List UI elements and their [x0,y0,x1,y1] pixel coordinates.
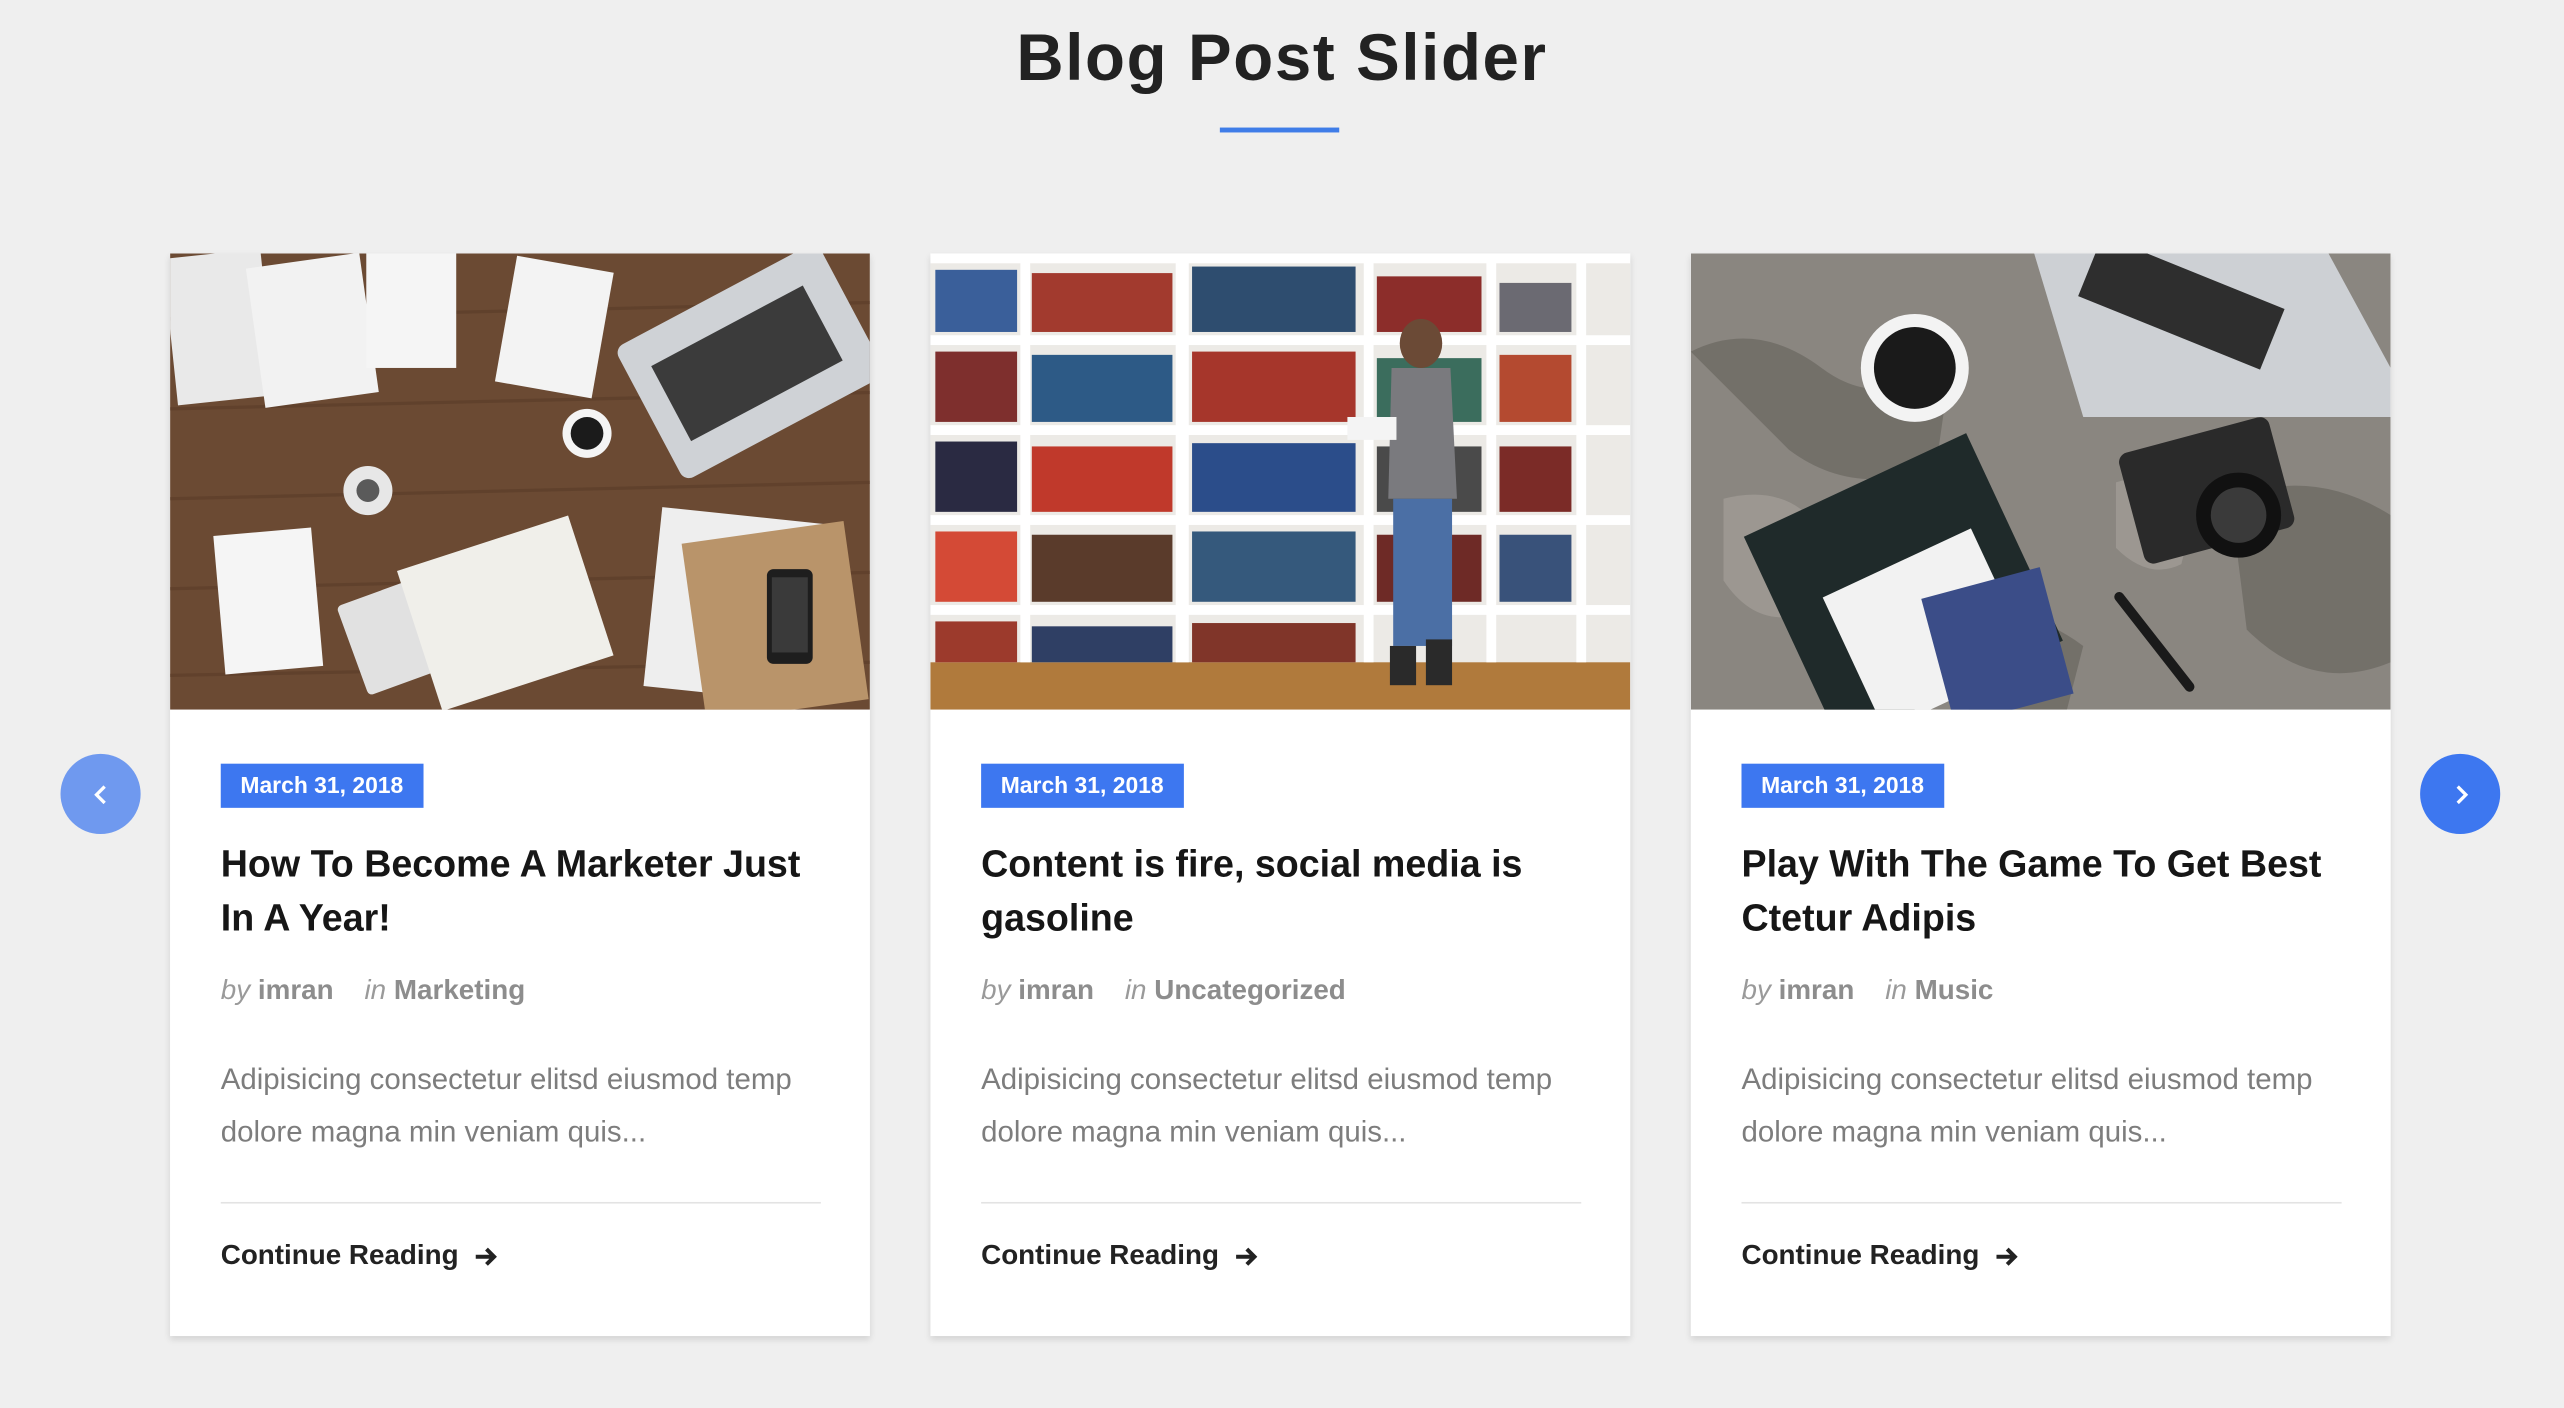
post-card: March 31, 2018 Content is fire, social m… [930,253,1631,1337]
post-title[interactable]: Play With The Game To Get Best Ctetur Ad… [1741,837,2349,945]
slider-prev-button[interactable] [60,753,141,835]
post-card: March 31, 2018 How To Become A Marketer … [170,253,870,1337]
in-label: in [364,974,387,1006]
card-divider [220,1201,821,1204]
post-date-badge[interactable]: March 31, 2018 [220,763,423,808]
chevron-left-icon [93,784,105,804]
post-date-badge[interactable]: March 31, 2018 [1741,763,1944,808]
post-category-link[interactable]: Marketing [394,975,525,1006]
travel-map-camera-image [1690,253,2391,710]
post-card: March 31, 2018 Play With The Game To Get… [1690,253,2391,1337]
post-title[interactable]: Content is fire, social media is gasolin… [981,837,1589,945]
post-author-link[interactable]: imran [258,975,334,1006]
in-label: in [1885,974,1907,1006]
post-title[interactable]: How To Become A Marketer Just In A Year! [221,837,829,945]
blog-slider-section: Blog Post Slider March 31, 2018 How To B… [0,0,2564,1408]
desk-workspace-image [170,253,870,710]
arrow-right-icon [1236,1246,1259,1265]
by-label: by [220,974,251,1006]
continue-reading-label: Continue Reading [220,1239,459,1271]
continue-reading-label: Continue Reading [981,1239,1219,1271]
title-underline [1219,127,1340,133]
post-meta: by imran in Uncategorized [981,975,1346,1008]
arrow-right-icon [1997,1246,2019,1265]
arrow-right-icon [476,1246,498,1265]
post-excerpt: Adipisicing consectetur elitsd eiusmod t… [220,1062,792,1148]
post-image[interactable] [170,253,870,710]
post-date-badge[interactable]: March 31, 2018 [981,763,1184,808]
continue-reading-label: Continue Reading [1741,1239,1980,1271]
slider-next-button[interactable] [2420,753,2501,835]
post-author-link[interactable]: imran [1018,975,1094,1006]
library-bookshelf-image [930,253,1631,710]
post-meta: by imran in Marketing [221,975,525,1008]
post-meta: by imran in Music [1741,975,1993,1008]
continue-reading-link[interactable]: Continue Reading [221,1240,500,1273]
post-image[interactable] [930,253,1631,710]
post-category-link[interactable]: Music [1915,975,1994,1006]
by-label: by [981,974,1011,1006]
continue-reading-link[interactable]: Continue Reading [981,1240,1260,1273]
post-excerpt: Adipisicing consectetur elitsd eiusmod t… [981,1062,1553,1148]
post-excerpt: Adipisicing consectetur elitsd eiusmod t… [1741,1062,2313,1148]
post-author-link[interactable]: imran [1779,975,1855,1006]
chevron-right-icon [2455,784,2468,804]
card-divider [1741,1201,2342,1204]
post-image[interactable] [1690,253,2391,710]
continue-reading-link[interactable]: Continue Reading [1741,1240,2020,1273]
section-title: Blog Post Slider [1016,22,1548,95]
in-label: in [1124,974,1147,1006]
card-divider [981,1201,1582,1204]
post-category-link[interactable]: Uncategorized [1154,975,1346,1006]
by-label: by [1741,974,1771,1006]
